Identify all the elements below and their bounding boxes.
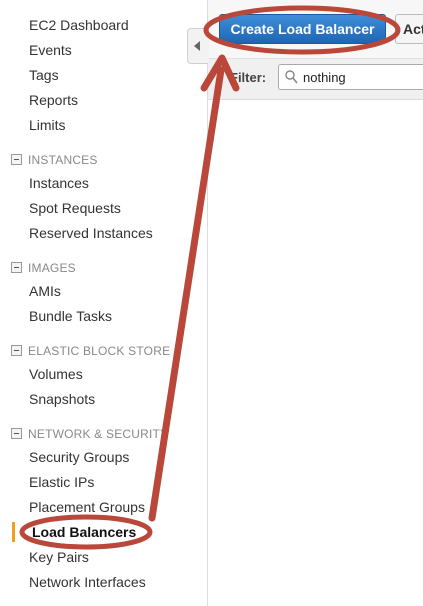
sidebar-item-limits[interactable]: Limits (29, 117, 66, 133)
filter-input[interactable] (303, 68, 423, 86)
sidebar-item-load-balancers[interactable]: Load Balancers (32, 524, 136, 540)
sidebar-item-reports[interactable]: Reports (29, 92, 78, 108)
actions-button[interactable]: Actions (395, 14, 423, 44)
sidebar-item-ec2-dashboard[interactable]: EC2 Dashboard (29, 17, 129, 33)
sidebar-item-elastic-ips[interactable]: Elastic IPs (29, 474, 94, 490)
section-header-images[interactable]: IMAGES (11, 261, 76, 275)
sidebar-item-network-interfaces[interactable]: Network Interfaces (29, 574, 146, 590)
sidebar-item-key-pairs[interactable]: Key Pairs (29, 549, 89, 565)
collapse-icon[interactable] (11, 262, 22, 274)
sidebar-item-instances[interactable]: Instances (29, 175, 89, 191)
sidebar-item-security-groups[interactable]: Security Groups (29, 449, 129, 465)
collapse-icon[interactable] (11, 345, 22, 357)
collapse-icon[interactable] (11, 428, 22, 440)
section-header-instances[interactable]: INSTANCES (11, 153, 98, 167)
sidebar-item-spot-requests[interactable]: Spot Requests (29, 200, 121, 216)
sidebar-nav: EC2 Dashboard Events Tags Reports Limits… (0, 0, 208, 606)
sidebar-item-events[interactable]: Events (29, 42, 72, 58)
sidebar-item-bundle-tasks[interactable]: Bundle Tasks (29, 308, 112, 324)
search-icon (285, 70, 298, 84)
create-load-balancer-button[interactable]: Create Load Balancer (219, 14, 386, 44)
sidebar-item-volumes[interactable]: Volumes (29, 366, 83, 382)
collapse-sidebar-button[interactable] (187, 28, 209, 64)
sidebar-item-snapshots[interactable]: Snapshots (29, 391, 95, 407)
section-header-network-security[interactable]: NETWORK & SECURITY (11, 427, 168, 441)
filter-label: Filter: (230, 70, 267, 85)
active-indicator (12, 522, 15, 542)
sidebar-item-amis[interactable]: AMIs (29, 283, 61, 299)
chevron-left-icon (194, 41, 200, 51)
section-header-elastic-block-store[interactable]: ELASTIC BLOCK STORE (11, 344, 170, 358)
collapse-icon[interactable] (11, 154, 22, 166)
sidebar-item-reserved-instances[interactable]: Reserved Instances (29, 225, 153, 241)
sidebar-item-tags[interactable]: Tags (29, 67, 59, 83)
filter-field[interactable] (278, 64, 423, 90)
sidebar-item-placement-groups[interactable]: Placement Groups (29, 499, 145, 515)
